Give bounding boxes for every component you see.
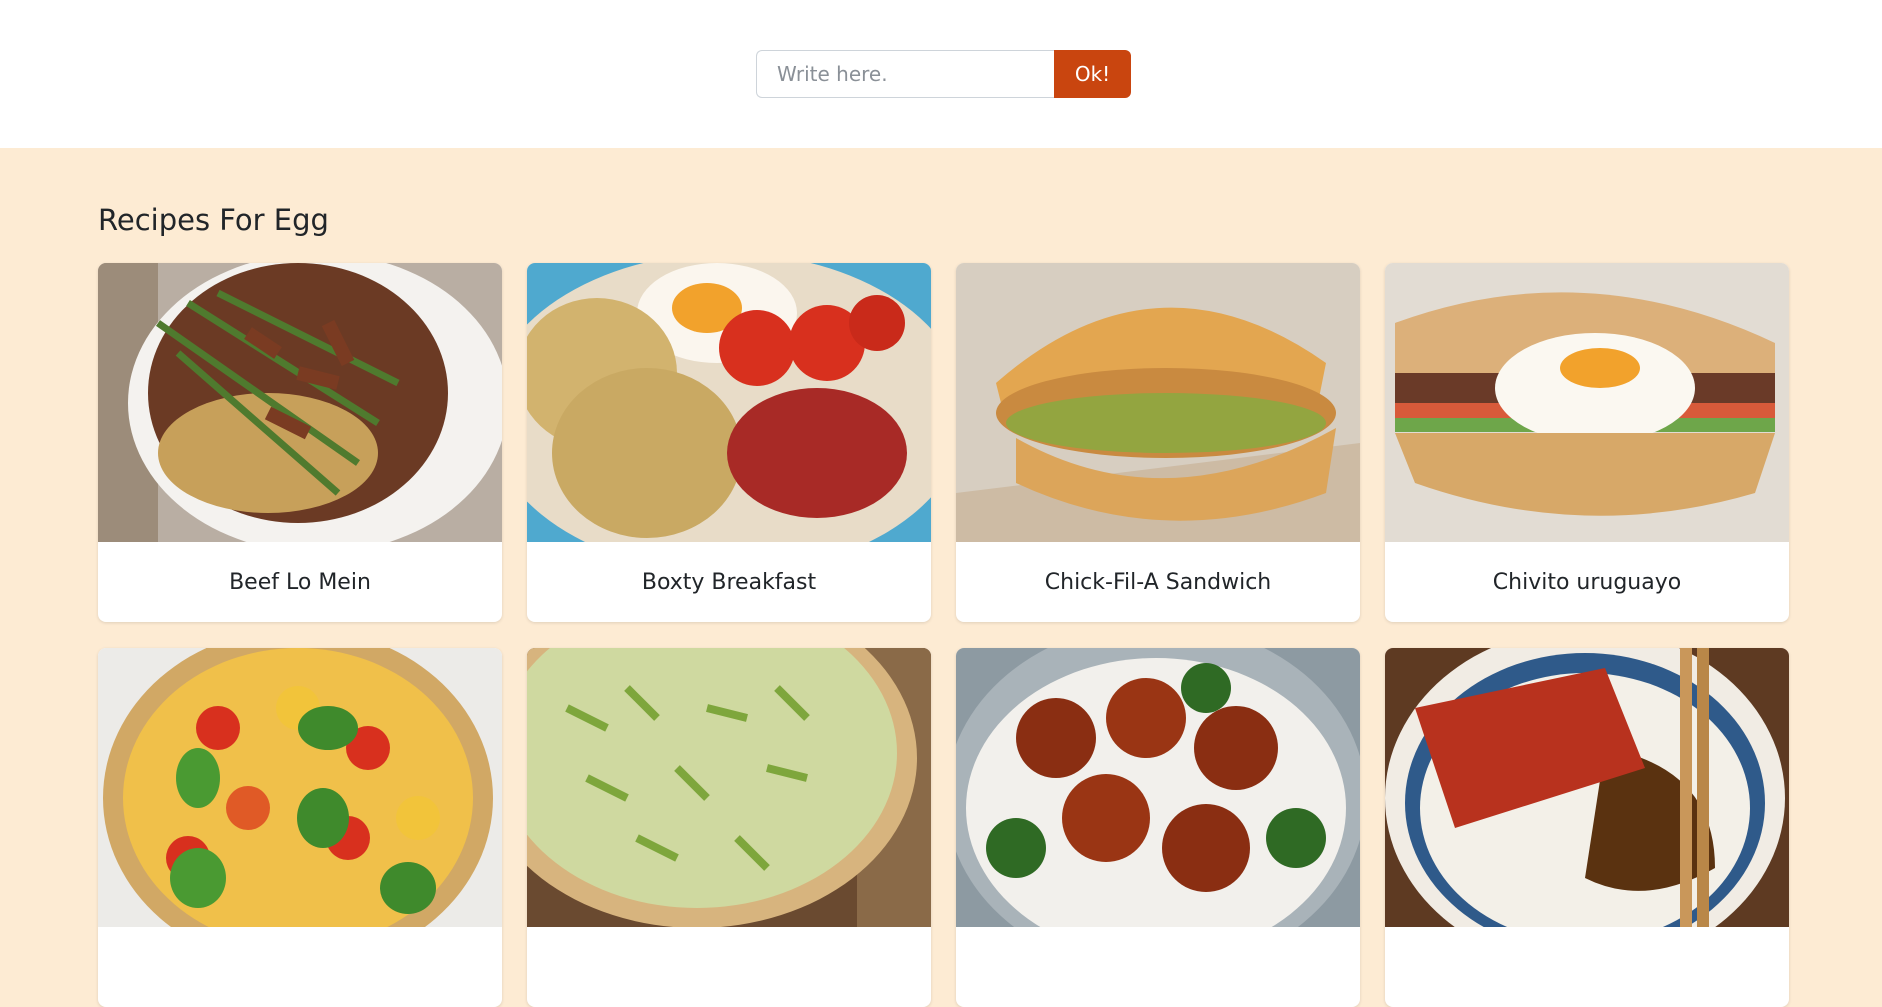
recipe-image [527, 263, 931, 542]
recipe-name: Boxty Breakfast [641, 569, 817, 595]
search-input[interactable] [756, 50, 1054, 98]
recipe-name [956, 927, 1360, 1007]
search-form: Ok! [756, 50, 1131, 98]
recipe-name [1385, 927, 1789, 1007]
recipe-card[interactable]: Boxty Breakfast [527, 263, 931, 622]
recipes-section: Recipes For Egg Beef Lo Mein Boxty Break… [0, 148, 1882, 1007]
search-submit-button[interactable]: Ok! [1054, 50, 1131, 98]
recipe-name: Chick-Fil-A Sandwich [1044, 569, 1272, 595]
recipe-card[interactable]: Chick-Fil-A Sandwich [956, 263, 1360, 622]
recipe-image [98, 648, 502, 927]
recipe-card[interactable] [956, 648, 1360, 1007]
section-title: Recipes For Egg [98, 203, 329, 237]
recipe-image [1385, 263, 1789, 542]
recipe-image [527, 648, 931, 927]
recipe-card[interactable]: Chivito uruguayo [1385, 263, 1789, 622]
recipe-image [956, 263, 1360, 542]
recipe-card[interactable] [1385, 648, 1789, 1007]
recipe-name: Chivito uruguayo [1492, 569, 1682, 595]
recipe-card[interactable] [98, 648, 502, 1007]
recipe-image [956, 648, 1360, 927]
recipe-name: Beef Lo Mein [229, 569, 371, 595]
recipe-card[interactable]: Beef Lo Mein [98, 263, 502, 622]
search-header: Ok! [0, 0, 1882, 148]
recipe-name [98, 927, 502, 1007]
recipe-image [98, 263, 502, 542]
recipe-name [527, 927, 931, 1007]
recipe-image [1385, 648, 1789, 927]
recipe-card[interactable] [527, 648, 931, 1007]
